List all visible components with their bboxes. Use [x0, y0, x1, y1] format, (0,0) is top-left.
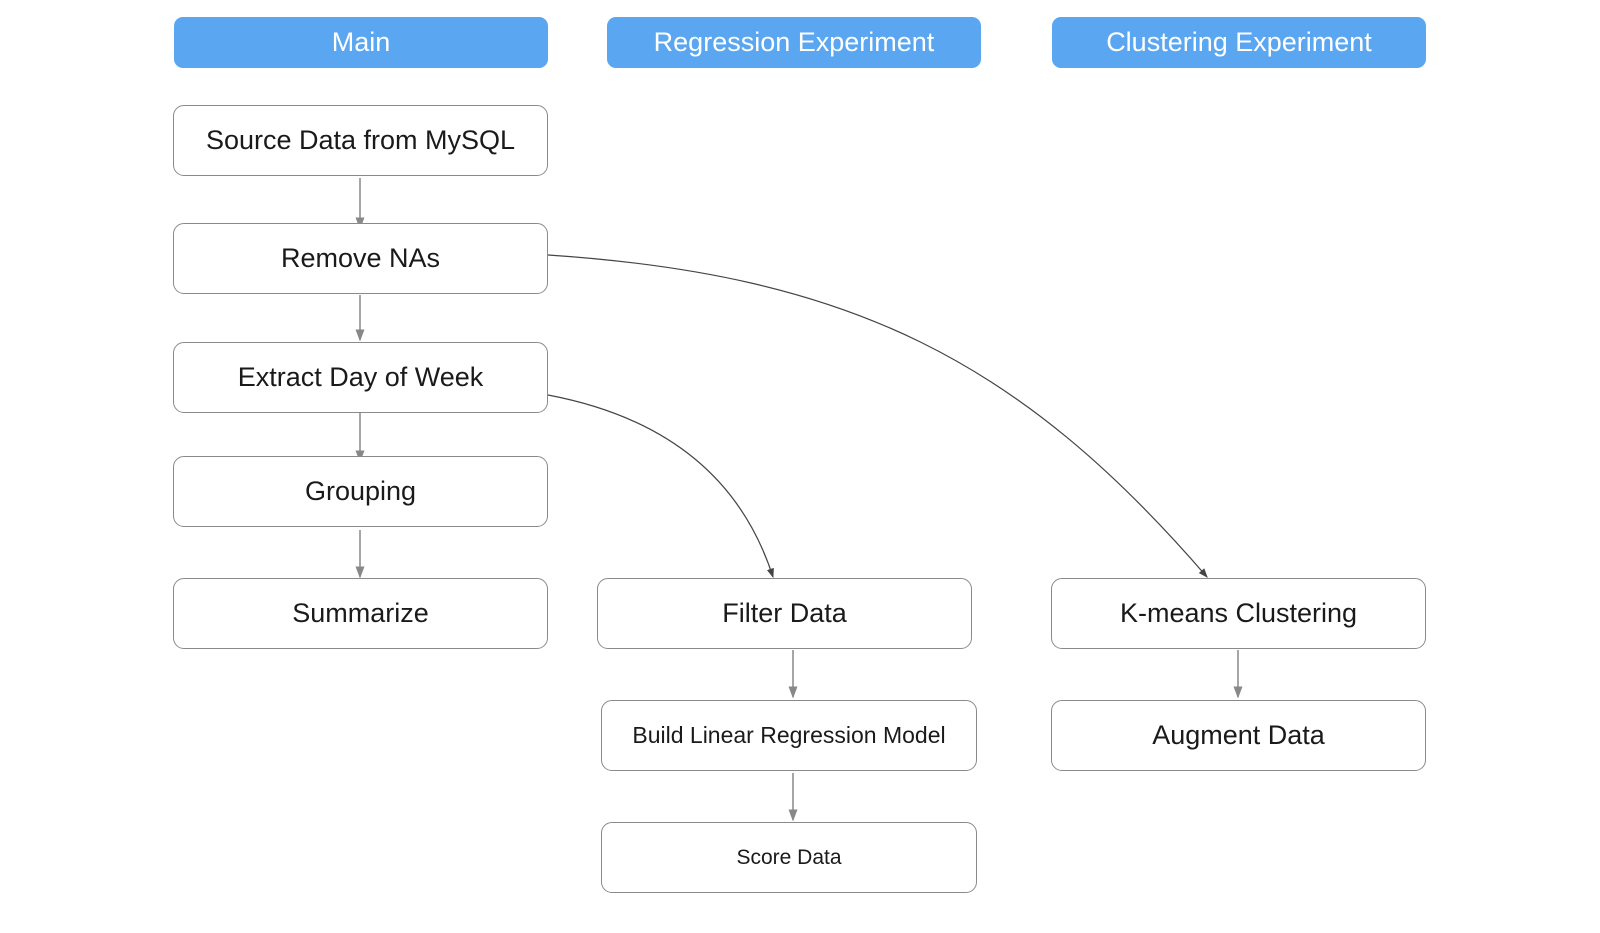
node-filter-data: Filter Data: [597, 578, 972, 649]
node-augment-data: Augment Data: [1051, 700, 1426, 771]
edge-extract-to-filter: [547, 394, 774, 579]
node-kmeans-clustering: K-means Clustering: [1051, 578, 1426, 649]
node-score-data: Score Data: [601, 822, 977, 893]
node-summarize: Summarize: [173, 578, 548, 649]
node-source-data: Source Data from MySQL: [173, 105, 548, 176]
edge-remove-nas-to-kmeans: [547, 254, 1208, 578]
node-remove-nas: Remove NAs: [173, 223, 548, 294]
node-build-linear-regression: Build Linear Regression Model: [601, 700, 977, 771]
node-grouping: Grouping: [173, 456, 548, 527]
node-extract-day-of-week: Extract Day of Week: [173, 342, 548, 413]
